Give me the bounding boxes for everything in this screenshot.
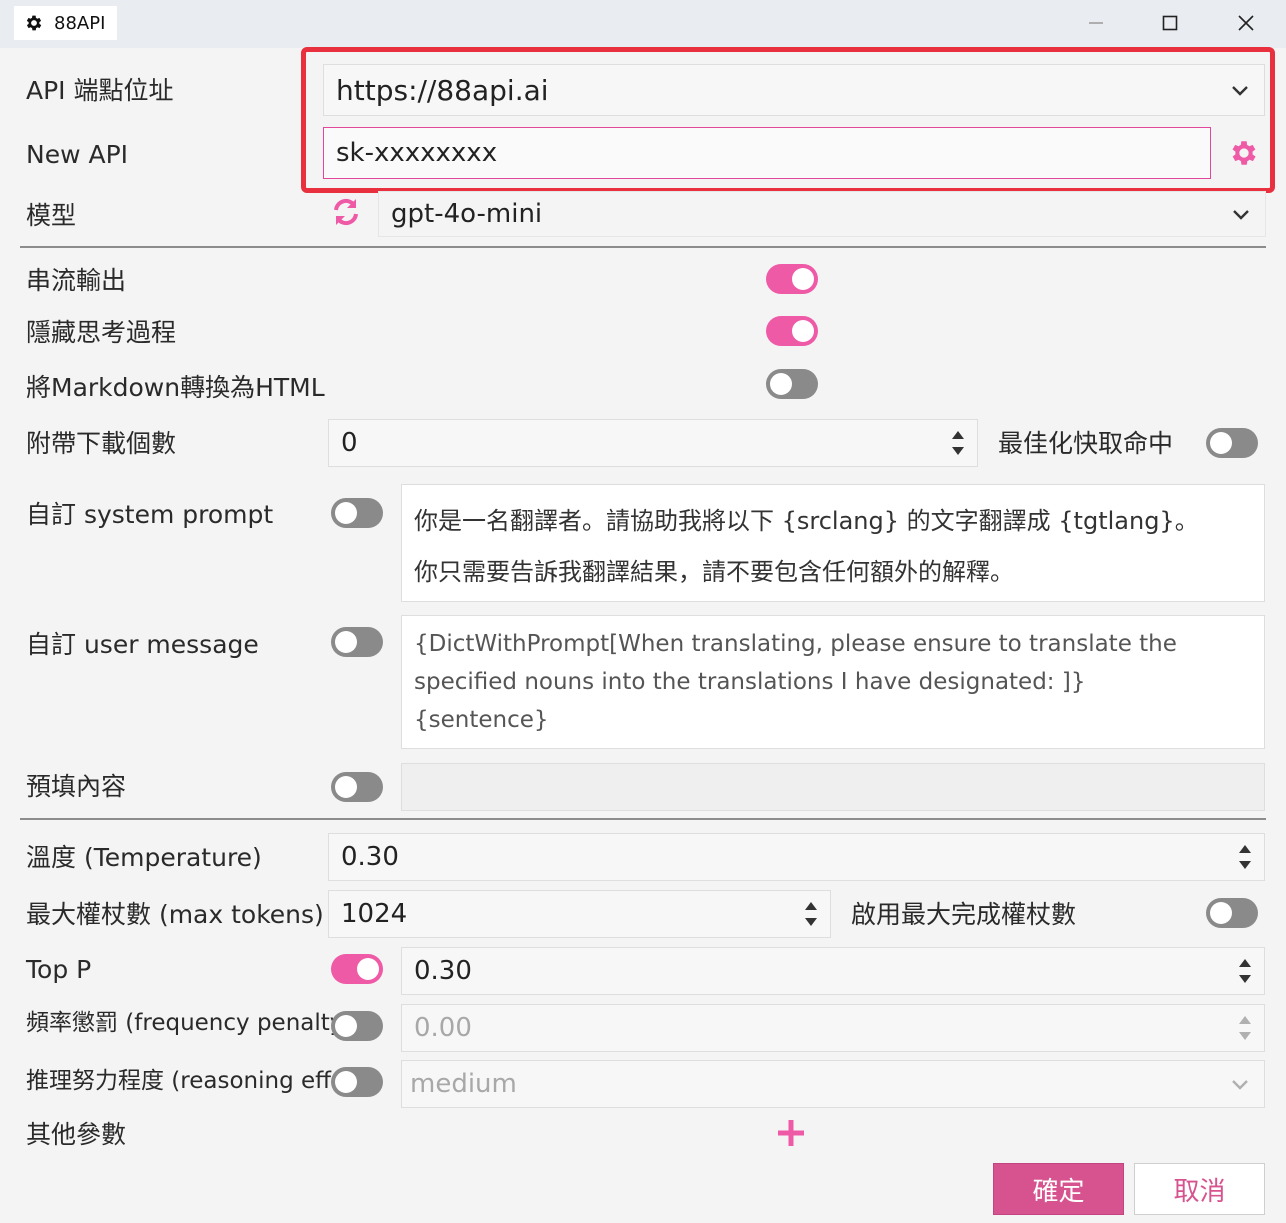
model-value: gpt-4o-mini — [391, 199, 543, 229]
streaming-toggle[interactable] — [766, 264, 818, 294]
close-icon — [1238, 15, 1254, 31]
frequency-penalty-value: 0.00 — [414, 1013, 472, 1043]
cancel-button[interactable]: 取消 — [1134, 1163, 1265, 1215]
section-divider — [20, 246, 1266, 248]
ok-button[interactable]: 確定 — [993, 1163, 1124, 1215]
markdown-html-toggle[interactable] — [766, 369, 818, 399]
top-p-label: Top P — [26, 955, 92, 984]
plus-icon — [778, 1120, 804, 1146]
user-message-line: {sentence} — [414, 707, 549, 733]
cache-hit-label: 最佳化快取命中 — [998, 429, 1174, 458]
system-prompt-line: 你是一名翻譯者。請協助我將以下 {srclang} 的文字翻譯成 {tgtlan… — [414, 507, 1199, 535]
highlight-box — [301, 47, 1275, 193]
max-tokens-spinbox[interactable]: 1024 — [328, 890, 831, 938]
max-completion-label: 啟用最大完成權杖數 — [851, 900, 1077, 929]
hide-thinking-label: 隱藏思考過程 — [26, 318, 177, 347]
reasoning-effort-label: 推理努力程度 (reasoning effort) — [26, 1068, 373, 1094]
reasoning-effort-value: medium — [410, 1069, 517, 1099]
max-tokens-value: 1024 — [341, 899, 408, 929]
downloads-value: 0 — [341, 428, 358, 458]
add-param-button[interactable] — [776, 1118, 806, 1148]
window-title: 88API — [54, 12, 106, 34]
section-divider — [20, 818, 1266, 820]
spinner-arrows-icon — [1239, 1016, 1251, 1040]
gear-icon — [26, 15, 42, 31]
reasoning-effort-toggle[interactable] — [331, 1067, 383, 1097]
spinner-arrows-icon — [1239, 959, 1251, 983]
prefill-input[interactable] — [401, 763, 1265, 811]
window-title-tab: 88API — [14, 6, 118, 40]
spinner-arrows-icon — [1239, 845, 1251, 869]
temperature-value: 0.30 — [341, 842, 399, 872]
prefill-label: 預填內容 — [26, 772, 127, 801]
minimize-button[interactable] — [1060, 0, 1132, 46]
frequency-penalty-toggle[interactable] — [331, 1011, 383, 1041]
system-prompt-label: 自訂 system prompt — [26, 500, 274, 529]
maximize-button[interactable] — [1134, 0, 1206, 46]
spinner-arrows-icon — [805, 902, 817, 926]
frequency-penalty-label: 頻率懲罰 (frequency penalty) — [26, 1010, 353, 1036]
model-select[interactable]: gpt-4o-mini — [378, 191, 1266, 237]
other-params-label: 其他參數 — [26, 1120, 127, 1149]
frequency-penalty-spinbox[interactable]: 0.00 — [401, 1004, 1265, 1052]
system-prompt-textarea[interactable]: 你是一名翻譯者。請協助我將以下 {srclang} 的文字翻譯成 {tgtlan… — [401, 484, 1265, 602]
prefill-toggle[interactable] — [331, 772, 383, 802]
user-message-textarea[interactable]: {DictWithPrompt[When translating, please… — [401, 615, 1265, 749]
user-message-line: specified nouns into the translations I … — [414, 669, 1086, 695]
model-label: 模型 — [26, 201, 77, 230]
max-tokens-label: 最大權杖數 (max tokens) — [26, 900, 324, 929]
endpoint-label: API 端點位址 — [26, 76, 174, 105]
api-key-label: New API — [26, 140, 129, 169]
refresh-models-button[interactable] — [330, 196, 362, 228]
downloads-label: 附帶下載個數 — [26, 429, 177, 458]
chevron-down-icon — [1233, 210, 1249, 220]
user-message-label: 自訂 user message — [26, 630, 259, 659]
top-p-toggle[interactable] — [331, 954, 383, 984]
temperature-label: 溫度 (Temperature) — [26, 843, 262, 872]
refresh-icon — [334, 198, 358, 226]
chevron-down-icon — [1232, 1080, 1248, 1090]
close-button[interactable] — [1210, 0, 1282, 46]
markdown-html-label: 將Markdown轉換為HTML — [26, 373, 325, 402]
reasoning-effort-select[interactable]: medium — [401, 1060, 1265, 1108]
temperature-spinbox[interactable]: 0.30 — [328, 833, 1265, 881]
maximize-icon — [1162, 15, 1178, 31]
top-p-value: 0.30 — [414, 956, 472, 986]
system-prompt-line: 你只需要告訴我翻譯結果，請不要包含任何額外的解釋。 — [414, 558, 1014, 586]
hide-thinking-toggle[interactable] — [766, 316, 818, 346]
user-message-toggle[interactable] — [331, 627, 383, 657]
downloads-spinbox[interactable]: 0 — [328, 419, 978, 467]
max-completion-toggle[interactable] — [1206, 898, 1258, 928]
minimize-icon — [1089, 22, 1103, 24]
system-prompt-toggle[interactable] — [331, 498, 383, 528]
streaming-label: 串流輸出 — [26, 266, 127, 295]
top-p-spinbox[interactable]: 0.30 — [401, 947, 1265, 995]
spinner-arrows-icon — [952, 431, 964, 455]
user-message-line: {DictWithPrompt[When translating, please… — [414, 631, 1177, 657]
cache-hit-toggle[interactable] — [1206, 428, 1258, 458]
